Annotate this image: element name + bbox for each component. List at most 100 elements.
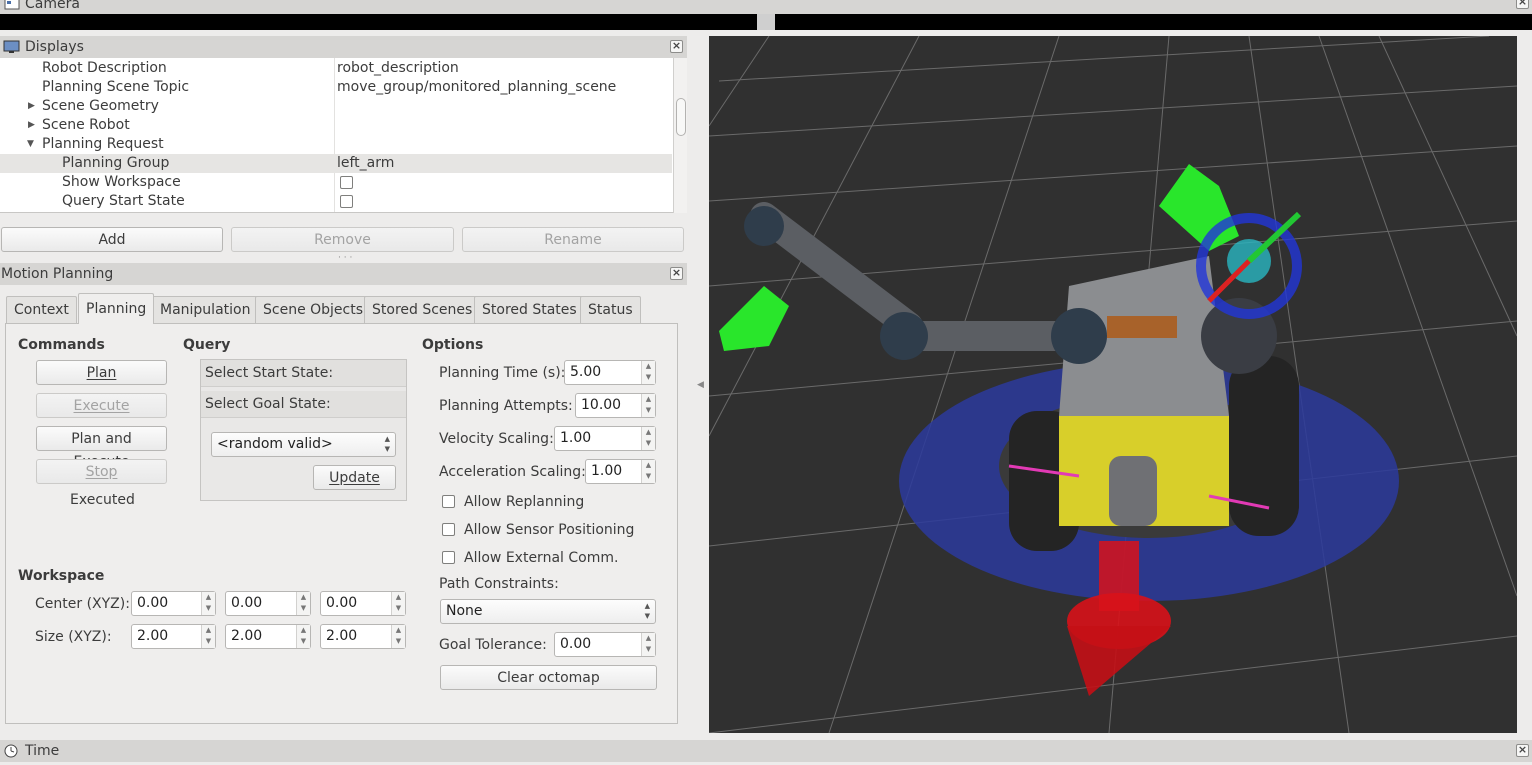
spin-arrows-icon[interactable]: ▲ ▼ [201,592,215,615]
stop-button[interactable]: Stop [36,459,167,484]
collapse-arrow-icon[interactable]: ▼ [27,135,34,154]
tree-row-value[interactable]: left_arm [337,154,394,173]
plan-button[interactable]: Plan [36,360,167,385]
tab-planning[interactable]: Planning [78,293,155,324]
camera-splitter-handle[interactable] [757,14,775,30]
spin-arrows-icon[interactable]: ▲ ▼ [641,427,655,450]
tab-manipulation[interactable]: Manipulation [152,296,259,323]
tab-stored-scenes[interactable]: Stored Scenes [364,296,481,323]
workspace-heading: Workspace [18,568,105,584]
path-constraints-label: Path Constraints: [439,576,559,592]
left-gripper [719,286,789,351]
displays-tree[interactable]: Robot Description robot_description Plan… [0,58,687,213]
acceleration-scaling-spinbox[interactable]: 1.00 ▲ ▼ [585,459,656,484]
size-x-spinbox[interactable]: 2.00 ▲ ▼ [131,624,216,649]
allow-replanning-label[interactable]: Allow Replanning [464,494,584,510]
select-goal-state-header[interactable]: Select Goal State: [201,391,406,418]
acceleration-scaling-value: 1.00 [591,463,623,479]
tree-row-show-workspace[interactable]: Show Workspace [0,173,672,192]
show-workspace-checkbox[interactable] [340,176,353,189]
select-start-state-header[interactable]: Select Start State: [201,360,406,387]
spin-arrows-icon[interactable]: ▲ ▼ [641,633,655,656]
planning-time-spinbox[interactable]: 5.00 ▲ ▼ [564,360,656,385]
3d-viewport[interactable] [709,36,1517,733]
left-arm-wrist [744,206,784,246]
tree-row-key: Planning Group [62,155,170,171]
displays-scrollbar-thumb[interactable] [676,98,686,136]
update-goal-button[interactable]: Update [313,465,396,490]
size-y-spinbox[interactable]: 2.00 ▲ ▼ [225,624,311,649]
spin-arrows-icon[interactable]: ▲ ▼ [296,592,310,615]
tree-row-query-start-state[interactable]: Query Start State [0,192,672,211]
velocity-scaling-label: Velocity Scaling: [439,431,554,447]
plan-and-execute-button[interactable]: Plan and Execute [36,426,167,470]
allow-external-comm-checkbox[interactable] [442,551,455,564]
tree-row-scene-geometry[interactable]: ▶ Scene Geometry [0,97,672,116]
tree-row-value[interactable]: robot_description [337,59,459,78]
center-x-spinbox[interactable]: 0.00 ▲ ▼ [131,591,216,616]
displays-close-icon[interactable]: × [670,40,683,53]
goal-state-select[interactable]: <random valid> ▲ ▼ [211,432,396,457]
path-constraints-select[interactable]: None ▲ ▼ [440,599,656,624]
goal-tolerance-spinbox[interactable]: 0.00 ▲ ▼ [554,632,656,657]
spin-arrows-icon[interactable]: ▲ ▼ [641,394,655,417]
planning-attempts-label: Planning Attempts: [439,398,573,414]
allow-replanning-checkbox[interactable] [442,495,455,508]
acceleration-scaling-label: Acceleration Scaling: [439,464,586,480]
spin-arrows-icon[interactable]: ▲ ▼ [391,625,405,648]
expand-arrow-icon[interactable]: ▶ [28,97,35,116]
displays-splitter-handle[interactable]: · · · [338,253,352,263]
rename-display-button[interactable]: Rename [462,227,684,252]
tab-stored-states[interactable]: Stored States [474,296,585,323]
spin-arrows-icon[interactable]: ▲ ▼ [201,625,215,648]
tab-status[interactable]: Status [580,296,641,323]
remove-display-button[interactable]: Remove [231,227,454,252]
clock-icon [4,744,18,758]
expand-arrow-icon[interactable]: ▶ [28,116,35,135]
path-constraints-value: None [446,603,483,619]
velocity-scaling-spinbox[interactable]: 1.00 ▲ ▼ [554,426,656,451]
tree-row-key: Query Start State [62,193,185,209]
tree-row-robot-description[interactable]: Robot Description robot_description [0,59,672,78]
camera-close-icon[interactable]: × [1516,0,1529,9]
workspace-size-label: Size (XYZ): [35,629,112,645]
allow-sensor-positioning-label[interactable]: Allow Sensor Positioning [464,522,634,538]
planning-time-label: Planning Time (s): [439,365,566,381]
tree-row-key: Scene Robot [42,117,130,133]
execute-button[interactable]: Execute [36,393,167,418]
clear-octomap-button[interactable]: Clear octomap [440,665,657,690]
allow-external-comm-label[interactable]: Allow External Comm. [464,550,618,566]
tree-row-key: Planning Scene Topic [42,79,190,95]
spin-arrows-icon[interactable]: ▲ ▼ [641,361,655,384]
tree-row-value[interactable]: move_group/monitored_planning_scene [337,78,616,97]
time-panel-title: Time [25,743,60,759]
displays-scrollbar[interactable] [673,58,687,213]
left-collapse-arrow-icon[interactable]: ◀ [697,380,704,390]
add-display-button[interactable]: Add [1,227,223,252]
tree-row-planning-scene-topic[interactable]: Planning Scene Topic move_group/monitore… [0,78,672,97]
tab-context[interactable]: Context [6,296,77,323]
allow-sensor-positioning-checkbox[interactable] [442,523,455,536]
spin-arrows-icon[interactable]: ▲ ▼ [641,460,655,483]
size-z-spinbox[interactable]: 2.00 ▲ ▼ [320,624,406,649]
motion-planning-title: Motion Planning [1,266,114,282]
query-start-state-checkbox[interactable] [340,195,353,208]
displays-panel-title: Displays [25,39,84,55]
camera-panel-icon [4,0,20,10]
camera-panel-title: Camera [25,0,80,12]
workspace-center-label: Center (XYZ): [35,596,130,612]
spin-arrows-icon[interactable]: ▲ ▼ [296,625,310,648]
time-panel-titlebar: Time × [0,740,1532,762]
spin-arrows-icon[interactable]: ▲ ▼ [391,592,405,615]
center-z-spinbox[interactable]: 0.00 ▲ ▼ [320,591,406,616]
combo-arrows-icon: ▲ ▼ [384,435,390,453]
tree-row-scene-robot[interactable]: ▶ Scene Robot [0,116,672,135]
time-close-icon[interactable]: × [1516,744,1529,757]
tab-scene-objects[interactable]: Scene Objects [255,296,372,323]
tree-row-key: Scene Geometry [42,98,159,114]
tree-row-planning-request[interactable]: ▼ Planning Request [0,135,672,154]
tree-row-planning-group[interactable]: Planning Group left_arm [0,154,672,173]
planning-attempts-spinbox[interactable]: 10.00 ▲ ▼ [575,393,656,418]
motion-planning-close-icon[interactable]: × [670,267,683,280]
center-y-spinbox[interactable]: 0.00 ▲ ▼ [225,591,311,616]
